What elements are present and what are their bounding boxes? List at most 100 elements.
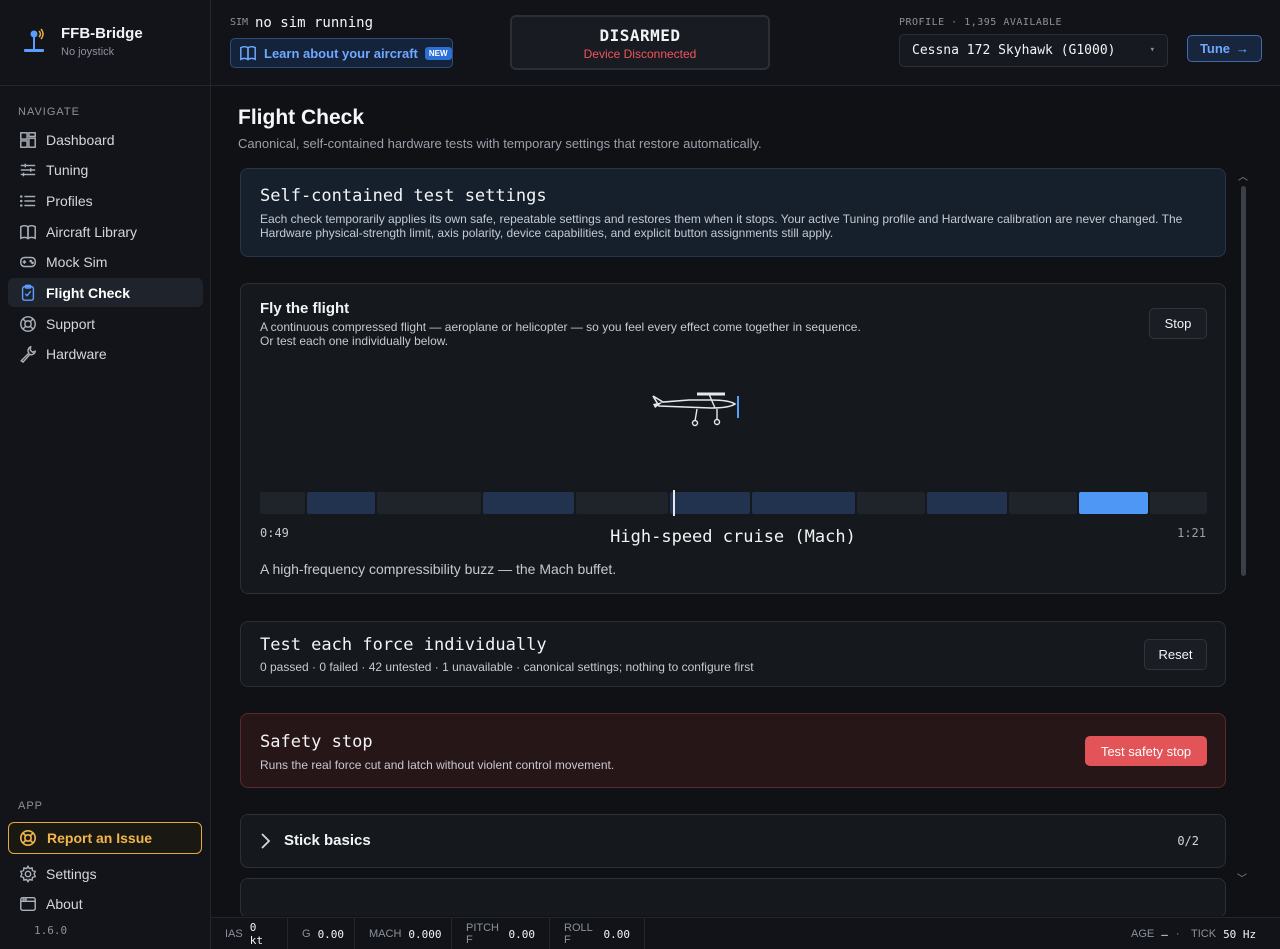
- phase-description: A high-frequency compressibility buzz — …: [260, 561, 617, 577]
- stick-basics-section[interactable]: Stick basics 0/2: [240, 814, 1226, 868]
- sidebar-item-profiles[interactable]: Profiles: [8, 186, 203, 215]
- chevron-up-icon[interactable]: ︿: [1238, 168, 1248, 183]
- individual-tests-stats: 0 passed · 0 failed · 42 untested · 1 un…: [260, 660, 754, 674]
- gear-icon: [18, 864, 38, 884]
- window-icon: [18, 894, 38, 914]
- age-value: —: [1161, 927, 1168, 941]
- pitch-force-label: PITCH F: [466, 922, 499, 946]
- book-icon: [18, 222, 38, 242]
- stop-button[interactable]: Stop: [1149, 308, 1207, 339]
- test-settings-title: Self-contained test settings: [260, 186, 547, 206]
- timeline-segment: [752, 492, 855, 514]
- dashboard-icon: [18, 130, 38, 150]
- chevron-down-icon[interactable]: ﹀: [1237, 870, 1247, 885]
- sliders-icon: [18, 160, 38, 180]
- timeline-segment: [857, 492, 925, 514]
- ias-readout: IAS 0 kt: [211, 918, 288, 949]
- safety-stop-title: Safety stop: [260, 732, 373, 752]
- sidebar-item-support[interactable]: Support: [8, 309, 203, 338]
- timeline-segment: [1009, 492, 1077, 514]
- stick-basics-count: 0/2: [1177, 834, 1199, 848]
- sim-status: no sim running: [255, 15, 374, 31]
- tune-label: Tune: [1199, 41, 1231, 56]
- report-issue-button[interactable]: Report an Issue: [8, 822, 202, 854]
- tune-button[interactable]: Tune →: [1187, 35, 1262, 62]
- app-version: 1.6.0: [34, 924, 68, 937]
- device-status: No joystick: [61, 46, 115, 58]
- timeline-segment: [307, 492, 375, 514]
- page-title: Flight Check: [238, 106, 365, 129]
- sidebar-item-tuning[interactable]: Tuning: [8, 155, 203, 184]
- sidebar-item-hardware[interactable]: Hardware: [8, 339, 203, 368]
- app-name: FFB-Bridge: [61, 25, 143, 42]
- roll-force-value: 0.00: [603, 927, 631, 941]
- fly-title: Fly the flight: [260, 300, 350, 317]
- sidebar-item-label: Mock Sim: [46, 253, 108, 270]
- sidebar-item-label: Dashboard: [46, 131, 115, 148]
- timeline-playhead[interactable]: [673, 490, 675, 516]
- airplane-icon: [652, 392, 739, 427]
- timeline-segment: [1150, 492, 1207, 514]
- wrench-icon: [18, 344, 38, 364]
- sim-label: SIM: [230, 17, 249, 28]
- sidebar-item-flight-check[interactable]: Flight Check: [8, 278, 203, 307]
- mach-readout: MACH 0.000: [355, 918, 452, 949]
- ias-value: 0 kt: [249, 921, 263, 947]
- roll-force-readout: ROLL F 0.00: [550, 918, 645, 949]
- timeline-segment: [483, 492, 574, 514]
- time-total: 1:21: [1177, 526, 1206, 540]
- current-phase: High-speed cruise (Mach): [610, 527, 856, 547]
- list-icon: [18, 191, 38, 211]
- individual-tests-card: Test each force individually 0 passed · …: [240, 621, 1226, 687]
- timeline-segment: [377, 492, 481, 514]
- chevron-down-icon: ▾: [1149, 45, 1155, 55]
- arrow-right-icon: →: [1236, 41, 1250, 56]
- sidebar-item-about[interactable]: About: [8, 889, 203, 918]
- test-safety-stop-button[interactable]: Test safety stop: [1085, 736, 1207, 766]
- reset-button[interactable]: Reset: [1144, 639, 1207, 670]
- timeline-segment-current: [1079, 492, 1148, 514]
- nav-section-label: NAVIGATE: [18, 106, 80, 118]
- g-label: G: [302, 928, 311, 940]
- sidebar: FFB-Bridge No joystick NAVIGATE Dashboar…: [0, 0, 211, 949]
- sidebar-item-settings[interactable]: Settings: [8, 859, 203, 888]
- mach-value: 0.000: [408, 927, 442, 941]
- sidebar-item-aircraft-library[interactable]: Aircraft Library: [8, 217, 203, 246]
- flight-timeline[interactable]: [260, 490, 1207, 516]
- sidebar-item-label: About: [46, 895, 83, 912]
- ias-label: IAS: [225, 928, 243, 940]
- sidebar-item-label: Tuning: [46, 161, 89, 178]
- scrollbar-thumb[interactable]: [1241, 186, 1246, 576]
- age-label: AGE: [1131, 928, 1155, 940]
- test-settings-text: Each check temporarily applies its own s…: [260, 212, 1183, 240]
- sidebar-item-dashboard[interactable]: Dashboard: [8, 125, 203, 154]
- roll-force-label: ROLL F: [564, 922, 593, 946]
- learn-aircraft-label: Learn about your aircraft: [264, 45, 418, 61]
- main-content: Flight Check Canonical, self-contained h…: [211, 86, 1280, 916]
- profile-select-value: Cessna 172 Skyhawk (G1000): [912, 43, 1116, 58]
- report-issue-label: Report an Issue: [47, 830, 153, 846]
- g-value: 0.00: [317, 927, 345, 941]
- arm-status-panel: DISARMED Device Disconnected: [510, 15, 770, 70]
- sidebar-item-mock-sim[interactable]: Mock Sim: [8, 247, 203, 276]
- tick-readout: TICK 50 Hz: [1177, 918, 1277, 949]
- device-connection-status: Device Disconnected: [583, 47, 697, 61]
- clipboard-check-icon: [18, 283, 38, 303]
- scrollbar[interactable]: ︿: [1238, 168, 1248, 888]
- sidebar-item-label: Aircraft Library: [46, 223, 138, 240]
- tick-label: TICK: [1191, 928, 1217, 940]
- timeline-segment: [927, 492, 1007, 514]
- learn-aircraft-button[interactable]: Learn about your aircraft NEW: [230, 38, 453, 68]
- status-bar: IAS 0 kt G 0.00 MACH 0.000 PITCH F 0.00 ROLL…: [211, 917, 1280, 949]
- profile-select[interactable]: Cessna 172 Skyhawk (G1000) ▾: [899, 34, 1168, 67]
- next-section[interactable]: [240, 878, 1226, 916]
- chevron-right-icon: [261, 833, 271, 849]
- timeline-segment: [260, 492, 305, 514]
- tick-value: 50 Hz: [1223, 927, 1257, 941]
- sidebar-item-label: Profiles: [46, 192, 93, 209]
- pitch-force-value: 0.00: [508, 927, 536, 941]
- joystick-logo-icon: [24, 28, 44, 52]
- pitch-force-readout: PITCH F 0.00: [452, 918, 550, 949]
- gamepad-icon: [18, 252, 38, 272]
- page-subtitle: Canonical, self-contained hardware tests…: [238, 136, 762, 151]
